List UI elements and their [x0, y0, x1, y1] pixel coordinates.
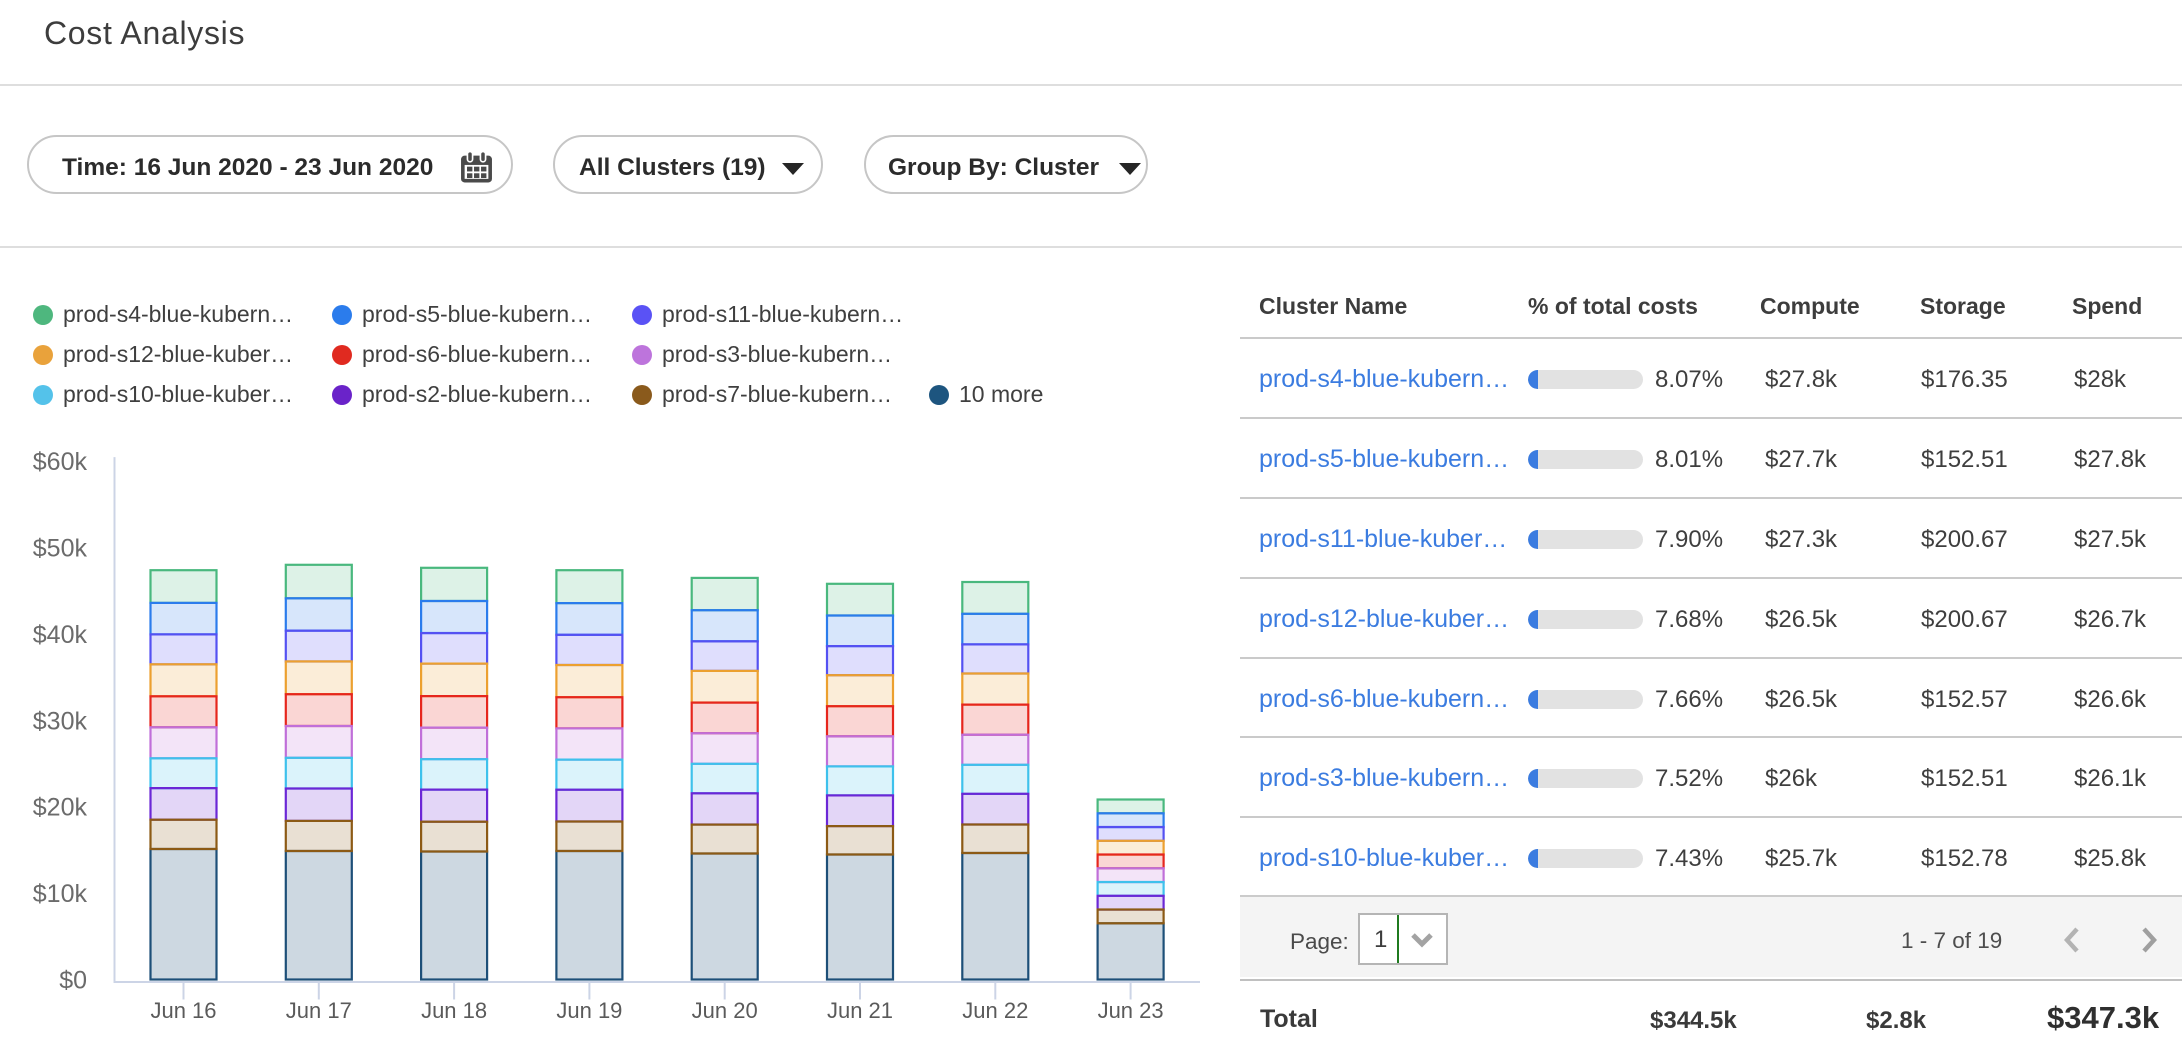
svg-text:$50k: $50k — [33, 535, 88, 563]
svg-text:Jun 23: Jun 23 — [1098, 998, 1164, 1023]
svg-text:Jun 21: Jun 21 — [827, 998, 893, 1023]
svg-text:$10k: $10k — [33, 880, 88, 908]
svg-text:$0: $0 — [59, 967, 87, 995]
svg-text:Jun 22: Jun 22 — [962, 998, 1028, 1023]
svg-text:$30k: $30k — [33, 707, 88, 735]
svg-text:Jun 17: Jun 17 — [286, 998, 352, 1023]
svg-text:$20k: $20k — [33, 794, 88, 822]
svg-text:Jun 20: Jun 20 — [692, 998, 758, 1023]
svg-text:Jun 16: Jun 16 — [150, 998, 216, 1023]
svg-text:Jun 19: Jun 19 — [556, 998, 622, 1023]
svg-text:$60k: $60k — [33, 448, 88, 476]
svg-text:$40k: $40k — [33, 621, 88, 649]
svg-text:Jun 18: Jun 18 — [421, 998, 487, 1023]
